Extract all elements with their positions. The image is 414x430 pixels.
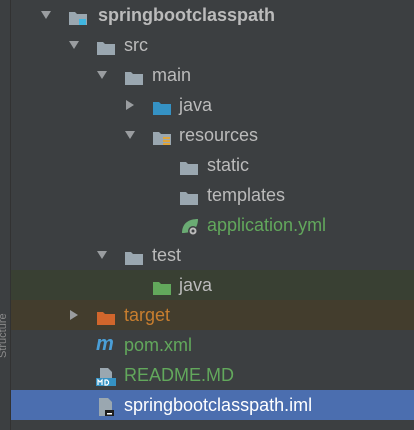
folder-icon <box>179 186 199 205</box>
iml-file-icon <box>96 396 116 416</box>
tree-node-label: target <box>124 305 171 325</box>
excluded-folder-icon <box>96 306 116 325</box>
tree-node-test-java[interactable]: java <box>11 270 414 300</box>
chevron-right-icon[interactable] <box>124 90 140 120</box>
markdown-icon <box>96 366 116 386</box>
tree-node-label: main <box>152 65 192 85</box>
tree-node-label: resources <box>179 125 259 145</box>
folder-icon <box>124 66 144 85</box>
tree-node-src[interactable]: src <box>11 30 414 60</box>
tree-node-label: springbootclasspath.iml <box>124 395 313 415</box>
project-tree: springbootclasspath src main java resour… <box>11 0 414 420</box>
resources-folder-icon <box>152 126 172 145</box>
chevron-right-icon[interactable] <box>68 300 84 330</box>
tree-node-static[interactable]: static <box>11 150 414 180</box>
tree-node-resources[interactable]: resources <box>11 120 414 150</box>
module-icon <box>68 6 88 25</box>
tree-node-label: java <box>179 95 213 115</box>
structure-side-tab[interactable]: Structure <box>0 0 11 430</box>
tree-node-main-java[interactable]: java <box>11 90 414 120</box>
tree-node-application-yml[interactable]: application.yml <box>11 210 414 240</box>
structure-tab-label: Structure <box>0 313 9 358</box>
spring-config-icon <box>179 216 199 236</box>
tree-bottom-edge <box>11 422 414 430</box>
tree-node-iml[interactable]: springbootclasspath.iml <box>11 390 414 420</box>
maven-icon: m <box>96 333 114 355</box>
tree-node-label: README.MD <box>124 365 235 385</box>
folder-icon <box>124 246 144 265</box>
tree-node-target[interactable]: target <box>11 300 414 330</box>
tree-node-pom-xml[interactable]: m pom.xml <box>11 330 414 360</box>
source-folder-icon <box>152 96 172 115</box>
tree-node-readme[interactable]: README.MD <box>11 360 414 390</box>
tree-node-label: java <box>179 275 213 295</box>
tree-node-label: springbootclasspath <box>98 5 276 25</box>
chevron-down-icon[interactable] <box>40 0 56 30</box>
chevron-down-icon[interactable] <box>68 30 84 60</box>
chevron-down-icon[interactable] <box>96 60 112 90</box>
tree-node-test[interactable]: test <box>11 240 414 270</box>
folder-icon <box>179 156 199 175</box>
tree-node-label: test <box>152 245 182 265</box>
chevron-down-icon[interactable] <box>96 240 112 270</box>
folder-icon <box>96 36 116 55</box>
tree-node-root[interactable]: springbootclasspath <box>11 0 414 30</box>
tree-node-label: templates <box>207 185 286 205</box>
tree-node-label: pom.xml <box>124 335 193 355</box>
tree-node-label: static <box>207 155 250 175</box>
tree-node-templates[interactable]: templates <box>11 180 414 210</box>
chevron-down-icon[interactable] <box>124 120 140 150</box>
tree-node-label: application.yml <box>207 215 327 235</box>
test-folder-icon <box>152 276 172 295</box>
tree-node-main[interactable]: main <box>11 60 414 90</box>
tree-node-label: src <box>124 35 148 55</box>
